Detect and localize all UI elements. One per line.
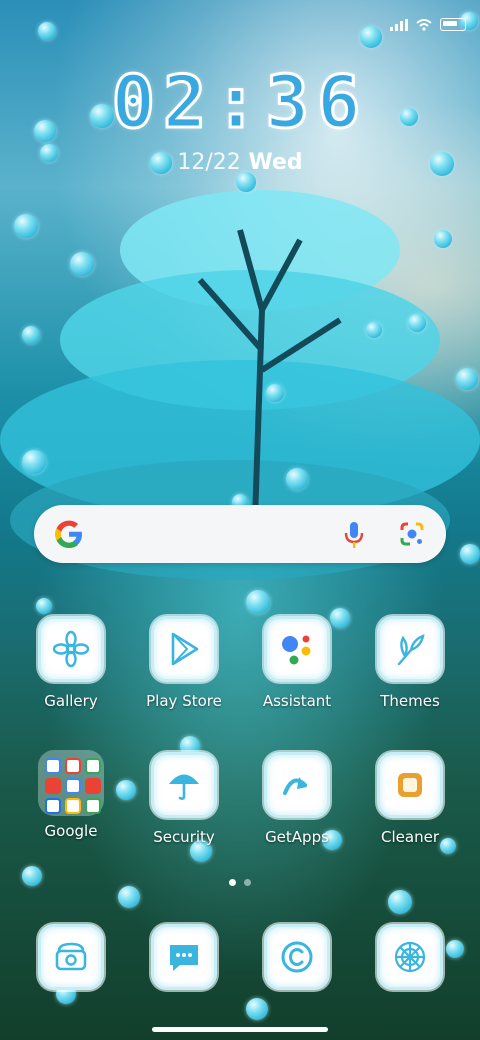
messages-icon [151,924,217,990]
floating-bubble [286,468,308,490]
floating-bubble [118,886,140,908]
floating-bubble [70,252,94,276]
app-gallery[interactable]: Gallery [21,616,121,710]
drive-icon [65,778,81,794]
app-label: Google [44,822,98,840]
app-label: GetApps [265,828,329,846]
photos-icon [65,798,81,814]
app-label: Cleaner [381,828,439,846]
floating-bubble [14,214,38,238]
files-icon [85,798,101,814]
gallery-flower-icon [38,616,104,682]
folder-google[interactable]: Google [21,750,121,840]
lock-clock-time[interactable]: 02:36 [0,59,480,146]
app-cleaner[interactable]: Cleaner [360,752,460,846]
cleaner-icon [377,752,443,818]
phone-icon [38,924,104,990]
page-indicator [0,879,480,886]
dock-messages[interactable] [134,924,234,990]
floating-bubble [22,450,46,474]
app-label: Gallery [44,692,98,710]
battery-icon [440,18,466,31]
floating-bubble [246,998,268,1020]
copyright-circle-icon [264,924,330,990]
themes-brush-icon [377,616,443,682]
google-lens-icon[interactable] [398,520,426,548]
lock-clock-date[interactable]: 12/22 Wed [0,150,480,175]
browser-globe-icon [377,924,443,990]
meet-icon [45,798,61,814]
app-assistant[interactable]: Assistant [247,616,347,710]
app-security[interactable]: Security [134,752,234,846]
floating-bubble [408,314,426,332]
google-search-bar[interactable] [34,505,446,563]
floating-bubble [22,326,40,344]
wifi-icon [416,18,432,31]
status-bar [390,18,466,31]
app-label: Assistant [262,692,332,710]
youtube-icon [45,778,61,794]
page-dot-active [229,879,236,886]
floating-bubble [38,22,56,40]
youtube-music-icon [85,778,101,794]
google-folder-icon [38,750,104,816]
app-label: Play Store [146,692,222,710]
app-themes[interactable]: Themes [360,616,460,710]
floating-bubble [366,322,382,338]
floating-bubble [246,590,270,614]
floating-bubble [236,172,256,192]
getapps-arrow-icon [264,752,330,818]
floating-bubble [434,230,452,248]
gmail-icon [65,758,81,774]
date-text: 12/22 [177,150,241,175]
page-dot [244,879,251,886]
google-logo-icon [55,520,82,548]
play-store-icon [151,616,217,682]
home-gesture-bar[interactable] [152,1027,328,1032]
app-getapps[interactable]: GetApps [247,752,347,846]
floating-bubble [36,598,52,614]
dock-copyright-app[interactable] [247,924,347,990]
assistant-icon [264,616,330,682]
weekday-text: Wed [248,150,303,175]
google-app-icon [45,758,61,774]
floating-bubble [456,368,478,390]
maps-icon [85,758,101,774]
umbrella-icon [151,752,217,818]
microphone-icon[interactable] [342,520,366,550]
app-label: Security [153,828,215,846]
app-play-store[interactable]: Play Store [134,616,234,710]
dock-browser[interactable] [360,924,460,990]
app-label: Themes [380,692,440,710]
floating-bubble [460,544,480,564]
floating-bubble [266,384,284,402]
dock-phone[interactable] [21,924,121,990]
signal-icon [390,18,408,31]
floating-bubble [388,890,412,914]
floating-bubble [360,26,382,48]
